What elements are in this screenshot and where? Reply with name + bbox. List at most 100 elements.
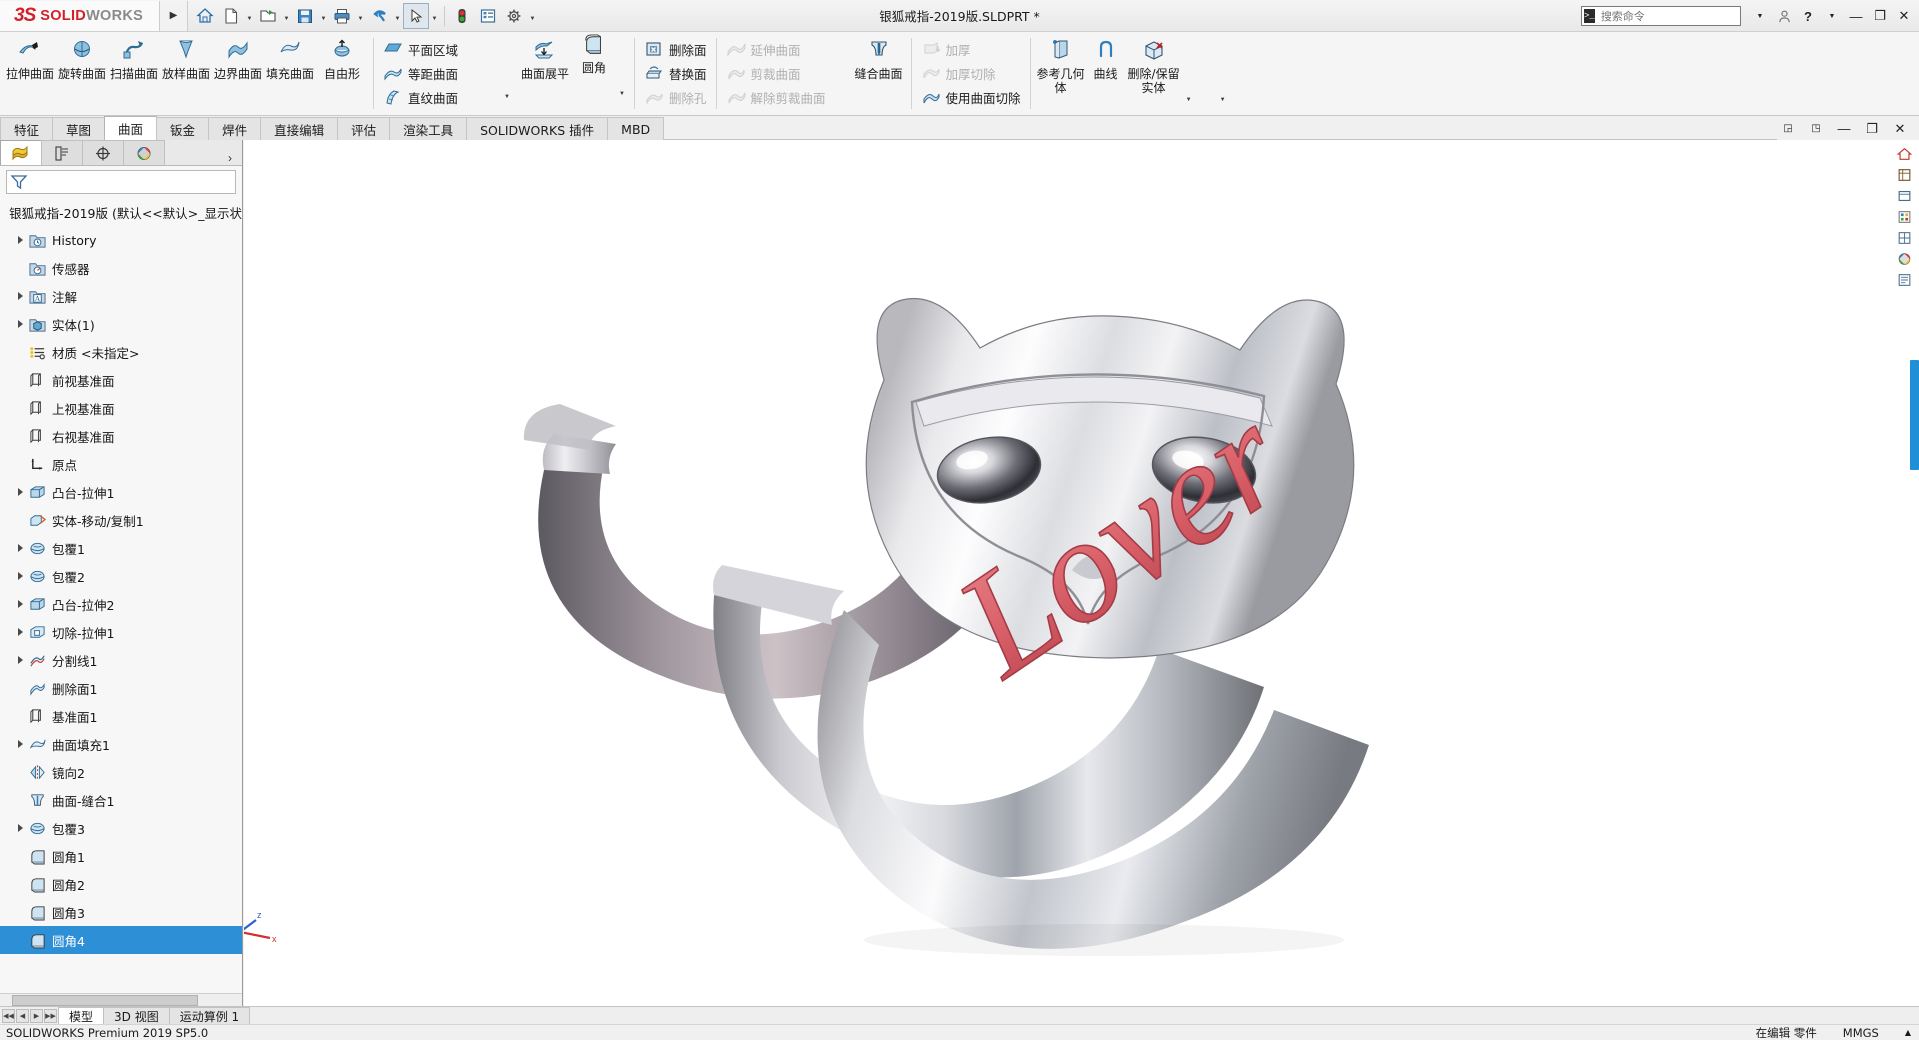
tab-surfaces[interactable]: 曲面 xyxy=(104,116,158,140)
tree-filter-box[interactable] xyxy=(6,170,236,194)
curves-caret-icon[interactable] xyxy=(1216,97,1230,115)
tree-item-solid-bodies[interactable]: 实体(1) xyxy=(0,310,242,338)
tree-item-wrap-1[interactable]: 包覆1 xyxy=(0,534,242,562)
open-folder-icon[interactable] xyxy=(255,3,281,29)
revolve-surface-button[interactable]: 旋转曲面 xyxy=(56,32,108,115)
tree-item-plane-1[interactable]: 基准面1 xyxy=(0,702,242,730)
tree-item-sensors[interactable]: 传感器 xyxy=(0,254,242,282)
tree-expander[interactable] xyxy=(12,600,28,608)
undo-icon[interactable] xyxy=(366,3,392,29)
save-icon[interactable] xyxy=(292,3,318,29)
minimize-button[interactable]: — xyxy=(1845,4,1867,28)
tree-expander[interactable] xyxy=(12,544,28,552)
search-commands-box[interactable]: >_ xyxy=(1581,6,1748,26)
planar-surface-button[interactable]: 平面区域 xyxy=(379,37,517,61)
home-icon[interactable] xyxy=(192,3,218,29)
configuration-manager-tab[interactable] xyxy=(82,140,124,165)
tree-item-front-plane[interactable]: 前视基准面 xyxy=(0,366,242,394)
delete-face-button[interactable]: 删除面 xyxy=(640,37,711,61)
user-icon[interactable] xyxy=(1773,4,1795,28)
tree-expander[interactable] xyxy=(12,488,28,496)
tree-item-part-root[interactable]: 银狐戒指-2019版 (默认<<默认>_显示状 xyxy=(0,198,242,226)
tree-item-boss-extrude-1[interactable]: 凸台-拉伸1 xyxy=(0,478,242,506)
open-caret-icon[interactable] xyxy=(281,3,292,29)
tree-item-history[interactable]: History xyxy=(0,226,242,254)
model-3d-render[interactable]: Lover xyxy=(244,140,1919,1006)
print-caret-icon[interactable] xyxy=(355,3,366,29)
doc-close-button[interactable]: ✕ xyxy=(1889,117,1911,141)
property-manager-tab[interactable] xyxy=(41,140,83,165)
ruled-surface-button[interactable]: 直纹曲面 xyxy=(379,85,517,109)
appearances-icon[interactable] xyxy=(1893,249,1915,269)
save-caret-icon[interactable] xyxy=(318,3,329,29)
rebuild-icon[interactable] xyxy=(449,3,475,29)
tree-item-fillet-2[interactable]: 圆角2 xyxy=(0,870,242,898)
tree-item-fillet-1[interactable]: 圆角1 xyxy=(0,842,242,870)
tree-expander[interactable] xyxy=(12,628,28,636)
tree-item-fillet-4[interactable]: 圆角4 xyxy=(0,926,242,954)
options-list-icon[interactable] xyxy=(475,3,501,29)
tree-item-wrap-3[interactable]: 包覆3 xyxy=(0,814,242,842)
new-document-caret-icon[interactable] xyxy=(244,3,255,29)
bottom-tab-motion-study[interactable]: 运动算例 1 xyxy=(168,1007,251,1024)
select-caret-icon[interactable] xyxy=(429,3,440,29)
tree-item-move-copy-body-1[interactable]: 实体-移动/复制1 xyxy=(0,506,242,534)
tree-item-origin[interactable]: 原点 xyxy=(0,450,242,478)
prev-tab-button[interactable]: ◀ xyxy=(16,1008,29,1023)
knit-surface-button[interactable]: 缝合曲面 xyxy=(852,32,906,115)
tree-expander[interactable] xyxy=(12,740,28,748)
tree-item-cut-extrude-1[interactable]: 切除-拉伸1 xyxy=(0,618,242,646)
delete-keep-body-button[interactable]: 删除/保留实体 xyxy=(1126,32,1182,115)
tree-item-fillet-3[interactable]: 圆角3 xyxy=(0,898,242,926)
tree-item-right-plane[interactable]: 右视基准面 xyxy=(0,422,242,450)
tab-weldments[interactable]: 焊件 xyxy=(208,117,262,140)
cut-with-surface-button[interactable]: 使用曲面切除 xyxy=(917,85,1025,109)
undo-caret-icon[interactable] xyxy=(392,3,403,29)
tree-expander[interactable] xyxy=(12,656,28,664)
first-tab-button[interactable]: ◀◀ xyxy=(2,1008,15,1023)
dock-right-icon[interactable]: ◳ xyxy=(1805,117,1827,141)
replace-face-button[interactable]: 替换面 xyxy=(640,61,711,85)
tree-expander[interactable] xyxy=(12,824,28,832)
tab-render-tools[interactable]: 渲染工具 xyxy=(389,117,468,140)
curves-button[interactable]: 曲线 xyxy=(1086,32,1126,115)
tree-item-fill-surface-1[interactable]: 曲面填充1 xyxy=(0,730,242,758)
select-cursor-icon[interactable] xyxy=(403,2,429,29)
fillet-caret-icon[interactable] xyxy=(615,91,629,115)
tree-item-knit-surface-1[interactable]: 曲面-缝合1 xyxy=(0,786,242,814)
tree-item-wrap-2[interactable]: 包覆2 xyxy=(0,562,242,590)
status-units-caret-icon[interactable]: ▲ xyxy=(1905,1028,1911,1037)
tab-mbd[interactable]: MBD xyxy=(607,117,665,140)
bottom-tab-3d-views[interactable]: 3D 视图 xyxy=(103,1007,170,1024)
tree-item-top-plane[interactable]: 上视基准面 xyxy=(0,394,242,422)
tree-expander[interactable] xyxy=(12,236,28,244)
tree-item-annotations[interactable]: A 注解 xyxy=(0,282,242,310)
tree-item-mirror-2[interactable]: 镜向2 xyxy=(0,758,242,786)
tree-horizontal-scrollbar[interactable] xyxy=(0,993,242,1006)
search-input[interactable] xyxy=(1598,8,1748,24)
design-library-icon[interactable] xyxy=(1893,165,1915,185)
reference-caret-icon[interactable] xyxy=(1182,97,1196,115)
reference-geometry-button[interactable]: 参考几何体 xyxy=(1036,32,1086,115)
offset-surface-button[interactable]: 等距曲面 xyxy=(379,61,517,85)
tree-expander[interactable] xyxy=(12,572,28,580)
extrude-surface-button[interactable]: 拉伸曲面 xyxy=(4,32,56,115)
graphics-viewport[interactable]: Lover y x z xyxy=(244,140,1919,1006)
view-palette-icon[interactable] xyxy=(1893,228,1915,248)
tree-expander[interactable] xyxy=(12,292,28,300)
search-dropdown-caret-icon[interactable]: ▼ xyxy=(1749,4,1771,28)
panel-expand-arrow-icon[interactable]: › xyxy=(228,151,242,165)
custom-properties-icon[interactable] xyxy=(1893,270,1915,290)
restore-button[interactable]: ❐ xyxy=(1869,4,1891,28)
sweep-surface-button[interactable]: 扫描曲面 xyxy=(108,32,160,115)
tab-sketch[interactable]: 草图 xyxy=(52,117,106,140)
close-button[interactable]: ✕ xyxy=(1893,4,1915,28)
tree-expander[interactable] xyxy=(12,320,28,328)
file-explorer-icon[interactable] xyxy=(1893,186,1915,206)
display-manager-tab[interactable] xyxy=(123,140,165,165)
new-document-icon[interactable] xyxy=(218,3,244,29)
tab-features[interactable]: 特征 xyxy=(0,117,54,140)
options-caret-icon[interactable] xyxy=(527,3,538,29)
viewport-vertical-scrollbar[interactable] xyxy=(1910,360,1919,470)
fillet-button[interactable]: 圆角 xyxy=(573,32,615,115)
